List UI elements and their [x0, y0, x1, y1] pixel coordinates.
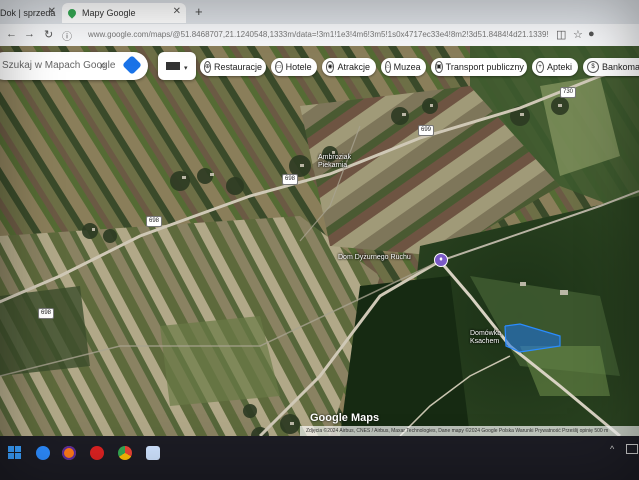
chip-restaurants[interactable]: ⊕ Restauracje — [200, 58, 266, 76]
chip-label: Atrakcje — [337, 62, 370, 72]
chip-label: Muzea — [393, 62, 421, 72]
place-label[interactable]: Domówka Ksachem — [470, 330, 512, 346]
search-input[interactable]: Szukaj w Mapach Google — [2, 60, 115, 71]
svg-text:▾: ▾ — [184, 65, 188, 72]
road-shield: 698 — [146, 216, 163, 227]
close-icon[interactable]: ✕ — [173, 6, 181, 17]
windows-start-icon[interactable] — [8, 446, 22, 460]
taskbar: ^ — [0, 436, 639, 480]
address-bar: ← → ↻ ⓘ www.google.com/maps/@51.8468707,… — [0, 24, 639, 47]
reload-icon[interactable]: ↻ — [44, 28, 53, 41]
museum-icon: ⌂ — [385, 61, 391, 73]
bed-icon: ▭ — [275, 61, 283, 73]
chip-museums[interactable]: ⌂ Muzea — [381, 58, 426, 76]
profile-icon[interactable]: ● — [588, 28, 595, 40]
pharmacy-icon: + — [536, 61, 544, 73]
search-icon[interactable]: ⌕ — [100, 58, 107, 73]
google-maps-watermark: Google Maps — [310, 412, 379, 424]
tab-previous[interactable]: Dok | sprzedam, s ✕ — [0, 3, 56, 23]
url-field[interactable]: www.google.com/maps/@51.8468707,21.12405… — [88, 28, 548, 42]
browser-tab-bar: Dok | sprzedam, s ✕ Mapy Google ✕ + — [0, 0, 639, 24]
road-shield: 730 — [560, 87, 577, 98]
camera-icon: ◉ — [326, 61, 335, 73]
opera-icon[interactable] — [90, 446, 104, 460]
chip-label: Transport publiczny — [445, 62, 524, 72]
meet-app-icon[interactable] — [36, 446, 50, 460]
road-shield: 699 — [418, 125, 435, 136]
battery-icon[interactable] — [626, 444, 638, 454]
firefox-icon[interactable] — [62, 446, 76, 460]
directions-icon[interactable] — [122, 55, 142, 75]
layers-icon: ▾ — [166, 62, 188, 72]
app-icon[interactable] — [146, 446, 160, 460]
place-label[interactable]: Dom Dyżurnego Ruchu — [338, 254, 438, 262]
chip-attractions[interactable]: ◉ Atrakcje — [322, 58, 376, 76]
road-shield: 698 — [38, 308, 55, 319]
chip-atms[interactable]: $ Bankomaty — [583, 58, 639, 76]
place-label[interactable]: Ambroziak Piekarnia — [318, 154, 378, 170]
tab-maps[interactable]: Mapy Google ✕ — [62, 3, 186, 23]
layers-button[interactable]: ▾ — [158, 52, 196, 80]
watermark-text: Google Maps — [310, 412, 380, 424]
close-icon[interactable]: ✕ — [48, 6, 56, 17]
chip-public-transport[interactable]: ▣ Transport publiczny — [431, 58, 527, 76]
chip-label: Restauracje — [214, 62, 263, 72]
satellite-map[interactable]: Szukaj w Mapach Google ⌕ ▾ ⊕ Restauracje… — [0, 46, 639, 436]
map-attribution: Zdjęcia ©2024 Airbus, CNES / Airbus, Max… — [300, 426, 639, 436]
chip-label: Apteki — [546, 62, 572, 72]
tab-label: Mapy Google — [82, 8, 136, 18]
fork-knife-icon: ⊕ — [204, 61, 212, 73]
search-box[interactable]: Szukaj w Mapach Google ⌕ — [0, 52, 148, 80]
new-tab-icon[interactable]: + — [195, 4, 203, 19]
bus-icon: ▣ — [435, 61, 443, 73]
poi-marker-icon[interactable]: ♦ — [434, 253, 448, 267]
back-arrow-icon[interactable]: ← — [6, 28, 17, 40]
tray-chevron-icon[interactable]: ^ — [610, 444, 614, 454]
site-info-icon[interactable]: ⓘ — [62, 28, 72, 43]
chip-hotels[interactable]: ▭ Hotele — [271, 58, 317, 76]
atm-icon: $ — [587, 61, 599, 73]
chip-label: Bankomaty — [601, 62, 639, 72]
chrome-icon[interactable] — [118, 446, 132, 460]
bookmark-star-icon[interactable]: ☆ — [573, 28, 583, 41]
chip-label: Hotele — [285, 62, 312, 72]
chip-pharmacies[interactable]: + Apteki — [532, 58, 578, 76]
maps-favicon-icon — [66, 7, 78, 19]
extension-icon[interactable]: ◫ — [556, 28, 566, 41]
forward-arrow-icon[interactable]: → — [24, 28, 35, 40]
satellite-imagery — [0, 46, 639, 436]
road-shield: 698 — [282, 174, 299, 185]
